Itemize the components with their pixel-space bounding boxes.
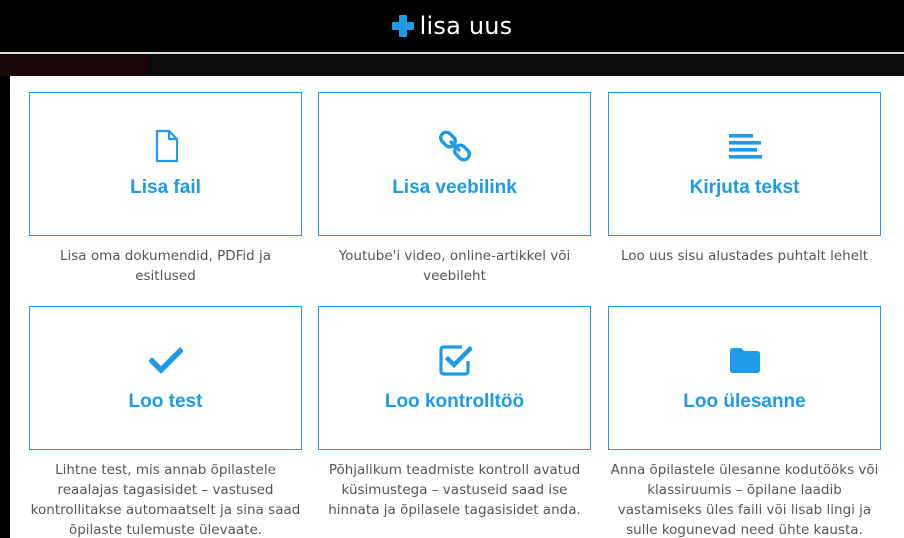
write-text-description: Loo uus sisu alustades puhtalt lehelt [620, 248, 869, 264]
create-test-card[interactable]: Loo test [29, 306, 302, 450]
background-strip [0, 54, 904, 76]
add-weblink-label: Lisa veebilink [392, 177, 517, 198]
create-assignment-card[interactable]: Loo ülesanne [608, 306, 881, 450]
file-icon [155, 129, 178, 163]
add-weblink-card[interactable]: Lisa veebilink [318, 92, 591, 236]
create-exam-label: Loo kontrolltöö [384, 391, 525, 412]
add-weblink-description: Youtube'i video, online-artikkel või vee… [338, 248, 571, 284]
link-icon [438, 130, 471, 162]
create-exam-description: Põhjalikum teadmiste kontroll avatud küs… [328, 462, 581, 518]
check-icon [148, 347, 183, 374]
create-test-label: Loo test [128, 391, 203, 412]
create-exam-card[interactable]: Loo kontrolltöö [318, 306, 591, 450]
folder-icon [729, 348, 760, 373]
checkbox-icon [438, 345, 472, 376]
page-title: lisa uus [419, 12, 513, 40]
create-assignment-description: Anna õpilastele ülesanne kodutööks või k… [610, 462, 879, 538]
create-assignment-label: Loo ülesanne [683, 391, 806, 412]
add-file-label: Lisa fail [130, 177, 201, 198]
align-left-icon [728, 134, 762, 159]
plus-icon [391, 15, 414, 37]
create-test-description: Lihtne test, mis annab õpilastele reaala… [30, 462, 301, 538]
header-bar: lisa uus [0, 0, 904, 52]
add-file-card[interactable]: Lisa fail [29, 92, 302, 236]
write-text-card[interactable]: Kirjuta tekst [608, 92, 881, 236]
content-panel: Lisa fail Lisa veebilink Kirjuta tekst L… [10, 76, 904, 538]
add-file-description: Lisa oma dokumendid, PDFid ja esitlused [59, 248, 272, 284]
write-text-label: Kirjuta tekst [689, 177, 800, 198]
